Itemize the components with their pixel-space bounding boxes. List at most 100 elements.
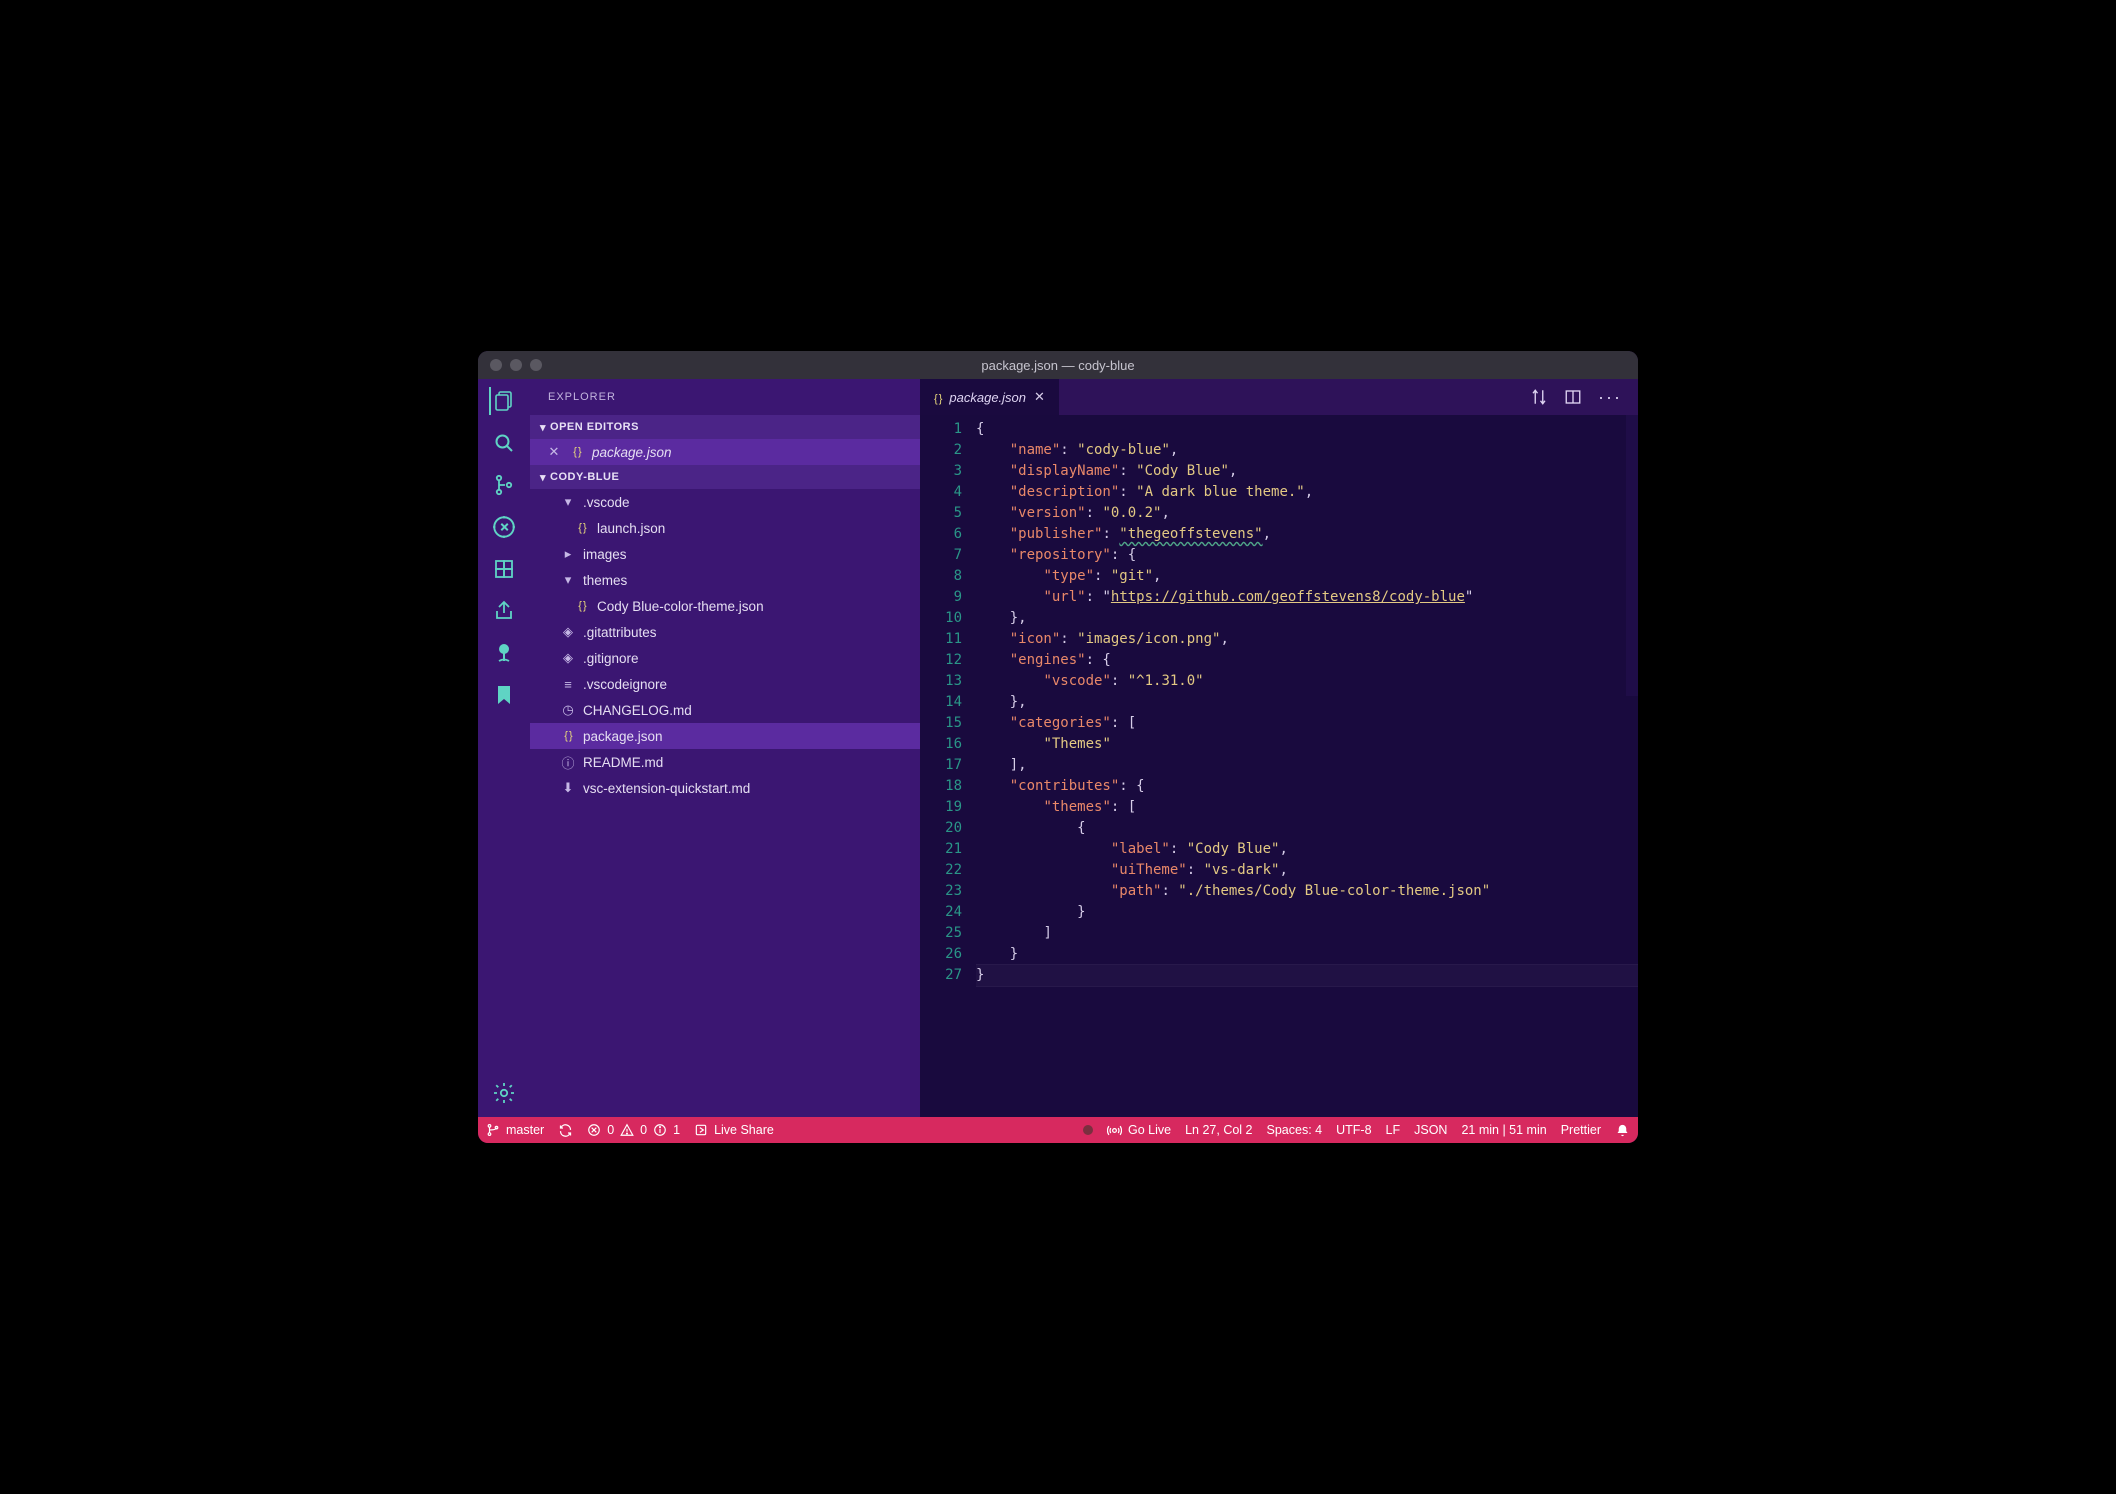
open-editor-filename: package.json (592, 445, 672, 460)
file-tree-item[interactable]: ◈ .gitignore (530, 645, 920, 671)
code-line: "icon": "images/icon.png", (976, 629, 1638, 650)
tab-package-json[interactable]: package.json ✕ (920, 379, 1060, 415)
activity-bar (478, 379, 530, 1117)
status-prettier[interactable]: Prettier (1561, 1123, 1601, 1137)
close-dot[interactable] (490, 359, 502, 371)
status-indicator[interactable] (1083, 1125, 1093, 1135)
list-file-icon: ≡ (560, 677, 576, 692)
search-icon[interactable] (490, 429, 518, 457)
file-label: .vscodeignore (583, 677, 667, 692)
code-line: "repository": { (976, 545, 1638, 566)
file-tree-item[interactable]: ▾.vscode (530, 489, 920, 515)
status-bell-icon[interactable] (1615, 1123, 1630, 1138)
explorer-icon[interactable] (489, 387, 517, 415)
chevron-down-icon: ▾ (560, 572, 576, 588)
source-control-icon[interactable] (490, 471, 518, 499)
code-line: }, (976, 608, 1638, 629)
split-editor-icon[interactable] (1564, 388, 1582, 406)
file-tree-item[interactable]: Cody Blue-color-theme.json (530, 593, 920, 619)
code-line: "name": "cody-blue", (976, 440, 1638, 461)
file-label: CHANGELOG.md (583, 703, 692, 718)
file-label: Cody Blue-color-theme.json (597, 599, 764, 614)
minimize-dot[interactable] (510, 359, 522, 371)
status-cursor[interactable]: Ln 27, Col 2 (1185, 1123, 1252, 1137)
code-line: "url": "https://github.com/geoffstevens8… (976, 587, 1638, 608)
status-bar: master 0 0 1 Live Share Go Live Ln 27, C… (478, 1117, 1638, 1143)
share-icon[interactable] (490, 597, 518, 625)
chevron-down-icon: ▾ (560, 494, 576, 510)
window-controls (478, 359, 542, 371)
clock-file-icon: ◷ (560, 702, 576, 718)
extensions-icon[interactable] (490, 555, 518, 583)
status-problems[interactable]: 0 0 1 (587, 1123, 680, 1137)
open-editors-header[interactable]: ▾ OPEN EDITORS (530, 415, 920, 439)
arrow-file-icon: ⬇ (560, 780, 576, 796)
debug-icon[interactable] (490, 513, 518, 541)
file-tree-item[interactable]: ◈ .gitattributes (530, 619, 920, 645)
tree-icon[interactable] (490, 639, 518, 667)
json-file-icon (574, 522, 590, 534)
code-line: "type": "git", (976, 566, 1638, 587)
code-content[interactable]: { "name": "cody-blue", "displayName": "C… (976, 415, 1638, 1117)
close-icon[interactable]: ✕ (546, 444, 562, 460)
project-header[interactable]: ▾ CODY-BLUE (530, 465, 920, 489)
code-line: "categories": [ (976, 713, 1638, 734)
window-title: package.json — cody-blue (478, 358, 1638, 373)
editor[interactable]: 1234567891011121314151617181920212223242… (920, 415, 1638, 1117)
code-line: }, (976, 692, 1638, 713)
status-lang[interactable]: JSON (1414, 1123, 1447, 1137)
chevron-down-icon: ▾ (540, 421, 546, 434)
json-file-icon (569, 446, 585, 458)
settings-gear-icon[interactable] (490, 1079, 518, 1107)
open-editor-item[interactable]: ✕ package.json (530, 439, 920, 465)
chevron-down-icon: ▾ (540, 471, 546, 484)
code-line: "label": "Cody Blue", (976, 839, 1638, 860)
file-tree-item[interactable]: ▸ images (530, 541, 920, 567)
code-line: "version": "0.0.2", (976, 503, 1638, 524)
code-line: "themes": [ (976, 797, 1638, 818)
editor-actions: ··· (1530, 379, 1638, 415)
code-line: "Themes" (976, 734, 1638, 755)
info-file-icon: ⓘ (560, 753, 576, 772)
file-tree: ▾.vscodelaunch.json ▸ images ▾ themes Cody Bl… (530, 489, 920, 801)
file-tree-item[interactable]: ▾ themes (530, 567, 920, 593)
file-label: .gitattributes (583, 625, 657, 640)
file-tree-item[interactable]: ⓘREADME.md (530, 749, 920, 775)
file-label: .gitignore (583, 651, 639, 666)
status-sync[interactable] (558, 1123, 573, 1138)
file-label: package.json (583, 729, 663, 744)
close-tab-icon[interactable]: ✕ (1034, 389, 1045, 405)
json-file-icon (934, 390, 941, 405)
chevron-right-icon: ▸ (560, 546, 576, 562)
code-line: "vscode": "^1.31.0" (976, 671, 1638, 692)
file-tree-item[interactable]: ≡ .vscodeignore (530, 671, 920, 697)
compare-icon[interactable] (1530, 388, 1548, 406)
json-file-icon (560, 730, 576, 742)
status-spaces[interactable]: Spaces: 4 (1267, 1123, 1323, 1137)
minimap[interactable] (1626, 415, 1638, 1117)
git-file-icon: ◈ (560, 650, 576, 666)
status-golive[interactable]: Go Live (1107, 1123, 1171, 1138)
file-tree-item[interactable]: package.json (530, 723, 920, 749)
titlebar: package.json — cody-blue (478, 351, 1638, 379)
more-icon[interactable]: ··· (1598, 387, 1622, 408)
file-label: themes (583, 573, 627, 588)
status-time[interactable]: 21 min | 51 min (1461, 1123, 1546, 1137)
status-branch[interactable]: master (486, 1123, 544, 1137)
code-line: { (976, 818, 1638, 839)
status-encoding[interactable]: UTF-8 (1336, 1123, 1371, 1137)
file-tree-item[interactable]: ◷ CHANGELOG.md (530, 697, 920, 723)
code-line: "publisher": "thegeoffstevens", (976, 524, 1638, 545)
sidebar-title: EXPLORER (530, 379, 920, 415)
bookmark-icon[interactable] (490, 681, 518, 709)
code-line: ] (976, 923, 1638, 944)
status-eol[interactable]: LF (1386, 1123, 1401, 1137)
line-gutter: 1234567891011121314151617181920212223242… (920, 415, 976, 1117)
file-label: images (583, 547, 627, 562)
code-line: } (976, 944, 1638, 965)
status-liveshare[interactable]: Live Share (694, 1123, 774, 1137)
file-tree-item[interactable]: ⬇vsc-extension-quickstart.md (530, 775, 920, 801)
zoom-dot[interactable] (530, 359, 542, 371)
git-file-icon: ◈ (560, 624, 576, 640)
file-tree-item[interactable]: launch.json (530, 515, 920, 541)
